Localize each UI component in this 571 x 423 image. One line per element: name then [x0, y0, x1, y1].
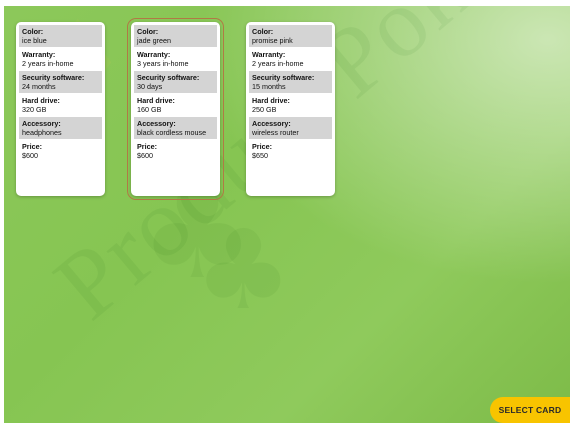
card-attribute: Warranty: 2 years in-home — [22, 50, 74, 68]
card-attribute: Color: ice blue — [19, 25, 102, 47]
card-attribute: Color: jade green — [134, 25, 217, 47]
card-attribute: Hard drive: 160 GB — [137, 96, 175, 114]
card-attribute: Hard drive: 320 GB — [22, 96, 60, 114]
card-price: Price: $600 — [22, 142, 42, 160]
card-attribute: Warranty: 2 years in-home — [252, 50, 304, 68]
card-price: Price: $600 — [137, 142, 157, 160]
card-attribute: Color: promise pink — [249, 25, 332, 47]
card-attribute: Warranty: 3 years in-home — [137, 50, 189, 68]
game-board: ♦ ♣ ♣ Product Poker Color:ice blue Warra… — [4, 6, 570, 423]
product-card-1[interactable]: Color: ice blue Warranty: 2 years in-home … — [16, 22, 105, 196]
product-card-2[interactable]: Color: jade green Warranty: 3 years in-hom… — [127, 18, 224, 200]
card-attribute: Security software: 24 months — [19, 71, 102, 93]
card-attribute: Hard drive: 250 GB — [252, 96, 290, 114]
product-card-3[interactable]: Color: promise pink Warranty: 2 years in-h… — [246, 22, 335, 196]
select-card-button[interactable]: SELECT CARD — [490, 397, 570, 423]
card-attribute: Accessory: wireless router — [249, 117, 332, 139]
card-attribute: Security software: 15 months — [249, 71, 332, 93]
card-attribute: Security software: 30 days — [134, 71, 217, 93]
card-price: Price: $650 — [252, 142, 272, 160]
card-attribute: Accessory: black cordless mouse — [134, 117, 217, 139]
card-attribute: Accessory: headphones — [19, 117, 102, 139]
